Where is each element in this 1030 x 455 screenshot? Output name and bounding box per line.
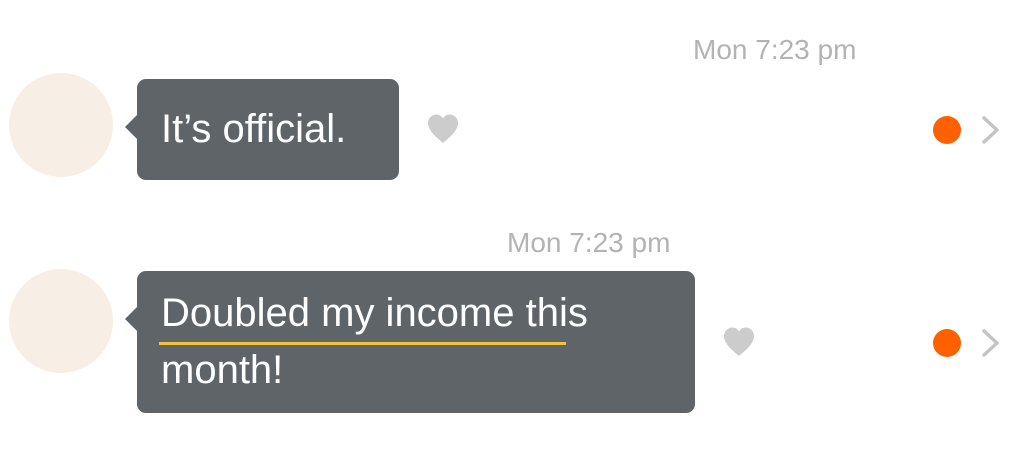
avatar[interactable] (9, 73, 113, 177)
highlight-underline (159, 342, 566, 345)
message-bubble[interactable]: It’s official. (125, 79, 399, 180)
message-bubble[interactable]: Doubled my income this month! (125, 271, 695, 413)
message-timestamp: Mon 7:23 pm (507, 227, 671, 258)
message-timestamp: Mon 7:23 pm (693, 34, 857, 65)
chevron-right-icon[interactable] (980, 114, 1002, 146)
status-dot (933, 329, 961, 357)
status-dot (933, 116, 961, 144)
message-text: It’s official. (161, 107, 347, 151)
chevron-right-icon[interactable] (980, 327, 1002, 359)
avatar[interactable] (9, 269, 113, 373)
heart-icon[interactable] (722, 326, 756, 357)
heart-icon[interactable] (426, 113, 460, 144)
